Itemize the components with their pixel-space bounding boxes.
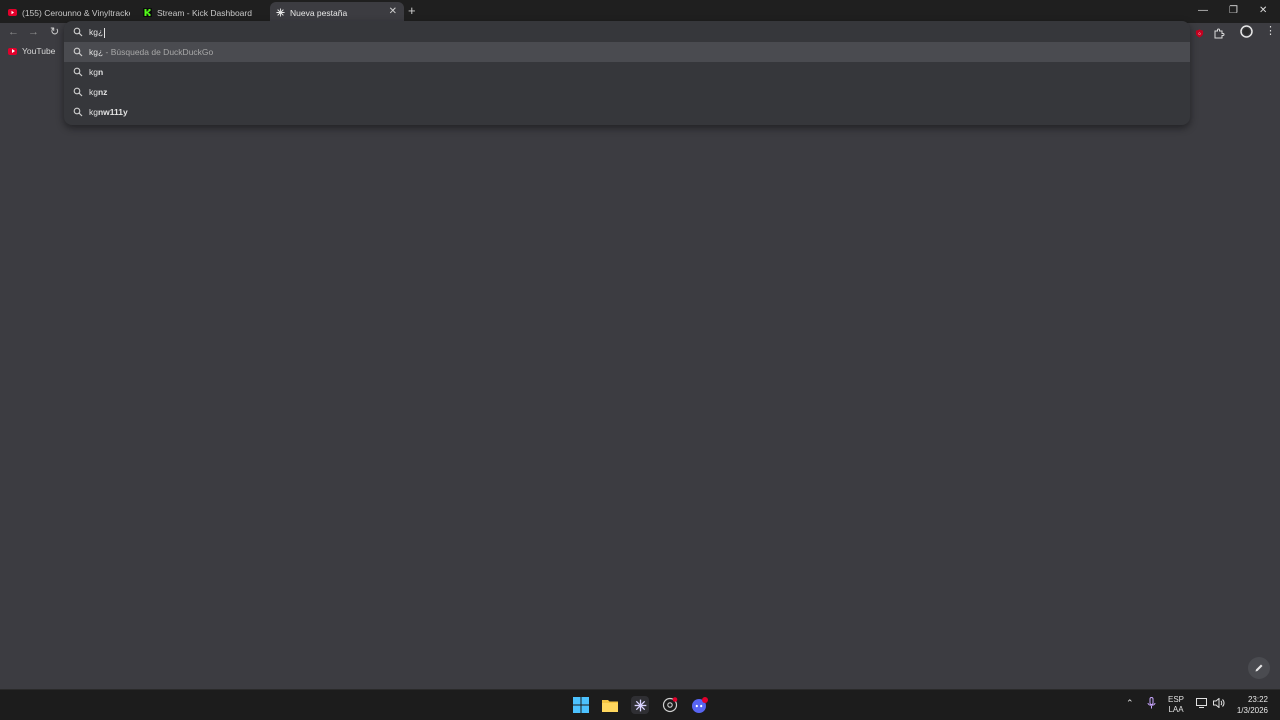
tab-title: Nueva pestaña bbox=[290, 7, 348, 18]
reload-button[interactable]: ↻ bbox=[50, 25, 59, 39]
discord-icon[interactable] bbox=[690, 696, 708, 714]
search-icon bbox=[73, 47, 83, 57]
customize-page-button[interactable] bbox=[1248, 657, 1270, 679]
chrome-icon[interactable] bbox=[661, 696, 679, 714]
search-icon bbox=[73, 107, 83, 117]
svg-text:0: 0 bbox=[1199, 32, 1201, 36]
suggestion-row[interactable]: kgnz bbox=[64, 82, 1190, 102]
close-window-button[interactable]: ✕ bbox=[1259, 4, 1267, 18]
clock-time: 23:22 bbox=[1247, 695, 1268, 704]
address-input-value[interactable]: kg¿ bbox=[89, 27, 103, 37]
minimize-button[interactable]: — bbox=[1198, 4, 1208, 18]
suggestion-typed: kg bbox=[89, 87, 98, 97]
menu-kebab-icon[interactable]: ⋮ bbox=[1265, 24, 1276, 37]
windows-start-icon[interactable] bbox=[572, 696, 590, 714]
tab-nueva-pestana[interactable]: Nueva pestaña ✕ bbox=[270, 2, 404, 23]
close-tab-icon[interactable]: ✕ bbox=[389, 6, 397, 17]
bookmark-label: YouTube bbox=[22, 46, 56, 56]
taskbar: ⌃ ESP LAA 23:22 1/3/2026 bbox=[0, 689, 1280, 720]
tab-youtube[interactable]: (155) Cerounno & Vinyltracker bbox=[6, 2, 130, 23]
restore-button[interactable]: ❐ bbox=[1229, 4, 1238, 18]
keyboard-layout: LAA bbox=[1168, 705, 1184, 714]
suggestion-source: - Búsqueda de DuckDuckGo bbox=[103, 47, 214, 57]
extensions-puzzle-icon[interactable] bbox=[1214, 26, 1225, 44]
language-code: ESP bbox=[1168, 695, 1185, 704]
network-icon[interactable] bbox=[1196, 698, 1207, 711]
suggestion-typed: kg bbox=[89, 67, 98, 77]
suggestion-row[interactable]: kgn bbox=[64, 62, 1190, 82]
tab-kick-dashboard[interactable]: Stream - Kick Dashboard bbox=[141, 2, 267, 23]
system-clock[interactable]: 23:22 1/3/2026 bbox=[1237, 694, 1268, 716]
file-explorer-icon[interactable] bbox=[601, 696, 619, 714]
ublock-extension-icon[interactable]: 0 bbox=[1195, 25, 1204, 43]
suggestion-completion: nz bbox=[97, 87, 108, 97]
address-bar[interactable]: kg¿ bbox=[64, 21, 1190, 43]
clock-date: 1/3/2026 bbox=[1236, 706, 1268, 715]
youtube-icon bbox=[8, 8, 17, 17]
language-indicator[interactable]: ESP LAA bbox=[1168, 695, 1184, 715]
tab-strip: (155) Cerounno & Vinyltracker Stream - K… bbox=[0, 0, 1280, 23]
tab-title: Stream - Kick Dashboard bbox=[157, 7, 252, 18]
omnibox-dropdown: kg¿ kg¿ - Búsqueda de DuckDuckGo kgn kgn… bbox=[64, 21, 1190, 125]
suggestion-typed: kg¿ bbox=[89, 47, 104, 57]
search-icon bbox=[73, 67, 83, 77]
back-button[interactable]: ← bbox=[8, 25, 19, 39]
show-hidden-icons-button[interactable]: ⌃ bbox=[1126, 698, 1134, 708]
perplexity-icon[interactable] bbox=[631, 696, 649, 714]
search-icon bbox=[73, 87, 83, 97]
tab-title: (155) Cerounno & Vinyltracker bbox=[22, 7, 130, 18]
suggestion-row[interactable]: kgnw111y bbox=[64, 102, 1190, 122]
new-tab-button[interactable]: + bbox=[408, 4, 416, 17]
kick-icon bbox=[143, 8, 152, 17]
text-caret bbox=[104, 27, 106, 38]
youtube-icon bbox=[8, 47, 17, 55]
suggestion-completion: n bbox=[97, 67, 104, 77]
forward-button[interactable]: → bbox=[28, 25, 39, 39]
microphone-icon[interactable] bbox=[1147, 697, 1156, 712]
profile-avatar-icon[interactable] bbox=[1240, 25, 1253, 43]
pencil-icon bbox=[1255, 664, 1263, 672]
suggestion-completion: nw111y bbox=[97, 107, 128, 117]
perplexity-icon bbox=[276, 8, 285, 17]
volume-icon[interactable] bbox=[1213, 697, 1225, 711]
suggestion-typed: kg bbox=[89, 107, 98, 117]
search-icon bbox=[73, 27, 83, 37]
suggestion-row[interactable]: kg¿ - Búsqueda de DuckDuckGo bbox=[64, 42, 1190, 62]
bookmark-youtube[interactable]: YouTube bbox=[8, 46, 55, 56]
